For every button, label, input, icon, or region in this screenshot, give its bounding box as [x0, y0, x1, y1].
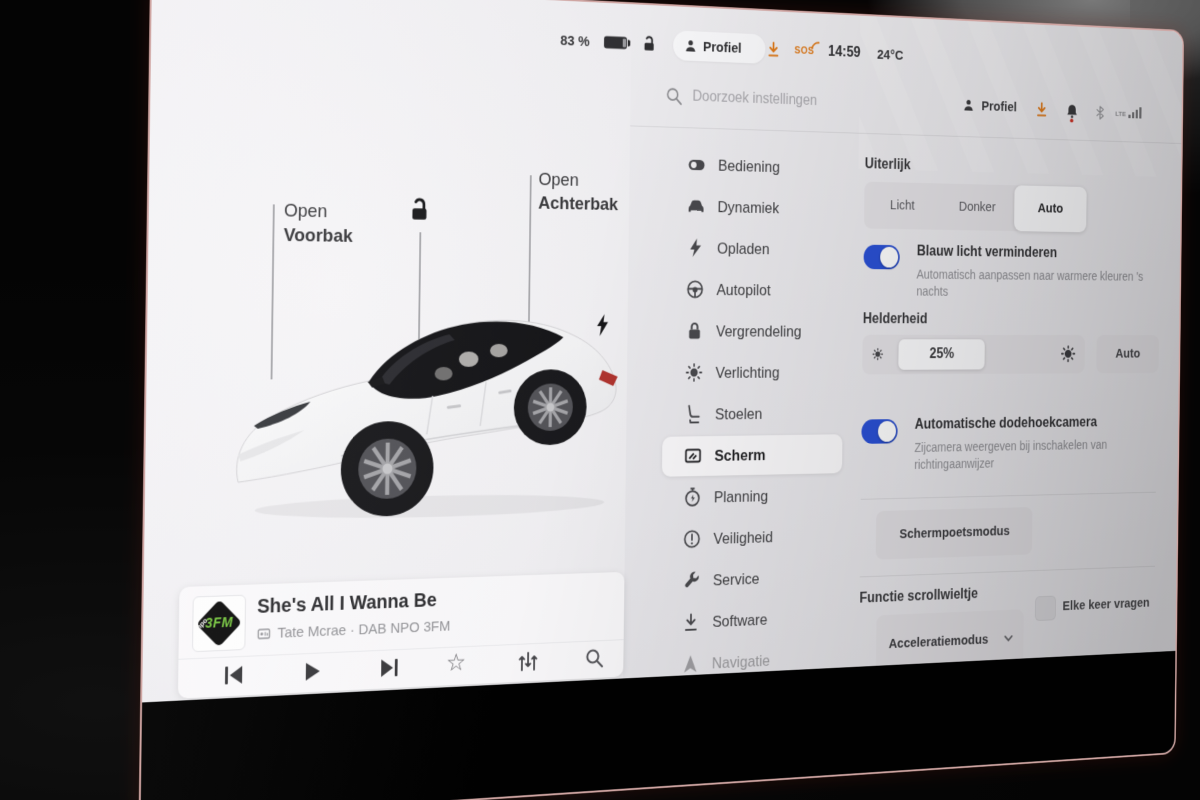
section-divider: [861, 492, 1156, 500]
person-icon: [962, 97, 976, 113]
lock-open-icon[interactable]: [406, 195, 433, 224]
sidebar-item-vergrendeling[interactable]: Vergrendeling: [627, 310, 858, 352]
sos-call-icon: [811, 40, 822, 50]
settings-search-input[interactable]: Doorzoek instellingen Profiel: [630, 75, 1182, 136]
steering-wheel-icon: [685, 278, 705, 300]
outside-temperature[interactable]: 24°C: [877, 47, 903, 63]
search-icon: [665, 86, 684, 107]
blind-spot-title: Automatische dodehoekcamera: [915, 415, 1097, 433]
download-icon[interactable]: [1034, 101, 1049, 119]
battery-percent: 83 %: [560, 32, 590, 49]
battery-icon: [604, 36, 627, 49]
wrench-icon: [681, 569, 701, 592]
brightness-slider[interactable]: 25%: [862, 335, 1085, 375]
brightness-icon: [684, 361, 704, 383]
toggle-knob: [878, 421, 896, 442]
toggle-knob: [880, 247, 898, 268]
track-subtitle: Tate Mcrae · DAB NPO 3FM: [277, 618, 450, 642]
notifications-bell-icon[interactable]: [1064, 102, 1080, 124]
blue-light-toggle[interactable]: [863, 245, 899, 270]
appearance-option-auto[interactable]: Auto: [1014, 185, 1087, 232]
brightness-heading: Helderheid: [863, 311, 928, 327]
blue-light-subtitle: Automatisch aanpassen naar warmere kleur…: [916, 266, 1150, 301]
ask-every-time-checkbox[interactable]: [1035, 596, 1056, 621]
sun-large-icon: [1060, 344, 1077, 364]
seat-icon: [683, 403, 703, 425]
equalizer-button[interactable]: [517, 649, 540, 675]
next-track-button[interactable]: [377, 655, 401, 681]
display-icon: [683, 445, 703, 468]
open-frunk-line1: Open: [284, 199, 353, 225]
safety-alert-icon: [682, 528, 702, 551]
sidebar-item-dynamiek[interactable]: Dynamiek: [629, 184, 860, 230]
play-button[interactable]: [299, 658, 323, 685]
station-logo[interactable]: npo 3FM: [192, 595, 246, 653]
brightness-value[interactable]: 25%: [898, 339, 985, 369]
previous-track-button[interactable]: [221, 662, 246, 689]
sidebar-item-planning[interactable]: Planning: [625, 474, 856, 521]
software-download-icon: [681, 611, 701, 634]
section-divider: [860, 566, 1155, 578]
sidebar-item-stoelen[interactable]: Stoelen: [626, 393, 857, 437]
sun-small-icon: [871, 346, 885, 361]
search-placeholder: Doorzoek instellingen: [692, 89, 817, 110]
open-frunk-line2: Voorbak: [284, 223, 353, 248]
open-trunk-button[interactable]: Open Achterbak: [538, 168, 618, 217]
lock-open-icon[interactable]: [640, 34, 658, 54]
profile-label: Profiel: [981, 98, 1016, 114]
sidebar-item-autopilot[interactable]: Autopilot: [628, 268, 859, 311]
sidebar-item-opladen[interactable]: Opladen: [628, 226, 859, 271]
open-trunk-line1: Open: [538, 168, 618, 193]
schedule-icon: [682, 486, 702, 509]
clock: 14:59: [828, 44, 861, 62]
screen-clean-mode-button[interactable]: Schermpoetsmodus: [876, 507, 1033, 560]
car-icon: [686, 195, 706, 218]
blind-spot-subtitle: Zijcamera weergeven bij inschakelen van …: [914, 436, 1132, 473]
ask-every-time-label: Elke keer vragen: [1062, 595, 1149, 613]
bluetooth-icon[interactable]: [1093, 103, 1106, 123]
media-player-card: npo 3FM She's All I Wanna Be Tate Mcrae …: [178, 572, 625, 699]
toggle-icon: [687, 153, 707, 176]
open-trunk-line2: Achterbak: [538, 192, 618, 217]
settings-panel: Doorzoek instellingen Profiel: [623, 4, 1183, 695]
profile-button[interactable]: Profiel: [962, 97, 1017, 115]
appearance-segmented-control: Licht Donker Auto: [864, 182, 1087, 233]
blue-light-title: Blauw licht verminderen: [917, 244, 1057, 262]
blind-spot-camera-toggle[interactable]: [861, 419, 897, 444]
lock-icon: [684, 320, 704, 342]
person-icon: [683, 37, 698, 54]
car-image: [226, 281, 641, 538]
appearance-heading: Uiterlijk: [865, 156, 911, 173]
lte-signal-icon: LTE: [1115, 105, 1141, 118]
dropdown-value: Acceleratiemodus: [889, 632, 989, 652]
tesla-touchscreen: Open Voorbak Open Achterbak: [139, 0, 1185, 800]
sidebar-item-scherm[interactable]: Scherm: [626, 433, 857, 478]
track-title: She's All I Wanna Be: [257, 590, 437, 619]
sidebar-item-bediening[interactable]: Bediening: [629, 142, 860, 189]
photo-stage: Open Voorbak Open Achterbak: [0, 0, 1200, 800]
appearance-option-licht[interactable]: Licht: [864, 182, 940, 230]
appearance-option-donker[interactable]: Donker: [940, 183, 1015, 231]
favorite-star-button[interactable]: ☆: [446, 648, 469, 674]
chevron-down-icon: [1002, 631, 1014, 646]
open-frunk-button[interactable]: Open Voorbak: [284, 199, 354, 249]
bolt-icon: [686, 236, 706, 258]
download-icon[interactable]: [765, 40, 781, 59]
driver-profile-label[interactable]: Profiel: [703, 39, 742, 56]
station-logo-text: 3FM: [193, 613, 245, 631]
media-search-button[interactable]: [583, 646, 606, 671]
brightness-auto-button[interactable]: Auto: [1096, 335, 1159, 373]
navigation-icon: [680, 652, 700, 675]
scroll-wheel-heading: Functie scrollwieltje: [859, 586, 978, 607]
lte-label: LTE: [1115, 110, 1126, 118]
settings-sidebar: Bediening Dynamiek Opladen: [623, 142, 860, 689]
car-status-panel: Open Voorbak Open Achterbak: [142, 0, 632, 720]
sos-badge: SOS: [794, 45, 814, 57]
track-subtitle-row: Tate Mcrae · DAB NPO 3FM: [257, 618, 451, 642]
source-icon: [257, 626, 271, 641]
sidebar-item-verlichting[interactable]: Verlichting: [627, 352, 858, 394]
